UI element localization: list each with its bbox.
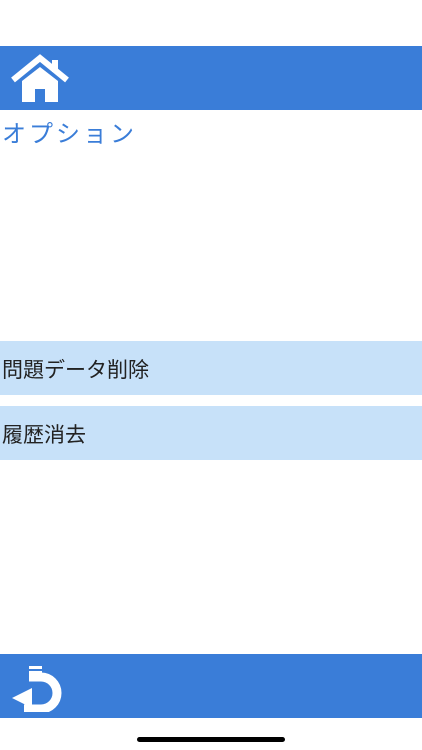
clear-history-item[interactable]: 履歴消去 (0, 406, 422, 460)
header-bar (0, 46, 422, 110)
footer-bar (0, 654, 422, 718)
back-arrow-icon (12, 666, 62, 712)
delete-question-data-item[interactable]: 問題データ削除 (0, 341, 422, 395)
page-title: オプション (2, 120, 137, 148)
back-button[interactable] (10, 662, 70, 712)
home-icon (11, 54, 69, 102)
home-button[interactable] (10, 54, 70, 104)
clear-history-label: 履歴消去 (2, 423, 86, 447)
home-indicator[interactable] (137, 737, 285, 742)
delete-question-data-label: 問題データ削除 (2, 358, 149, 382)
